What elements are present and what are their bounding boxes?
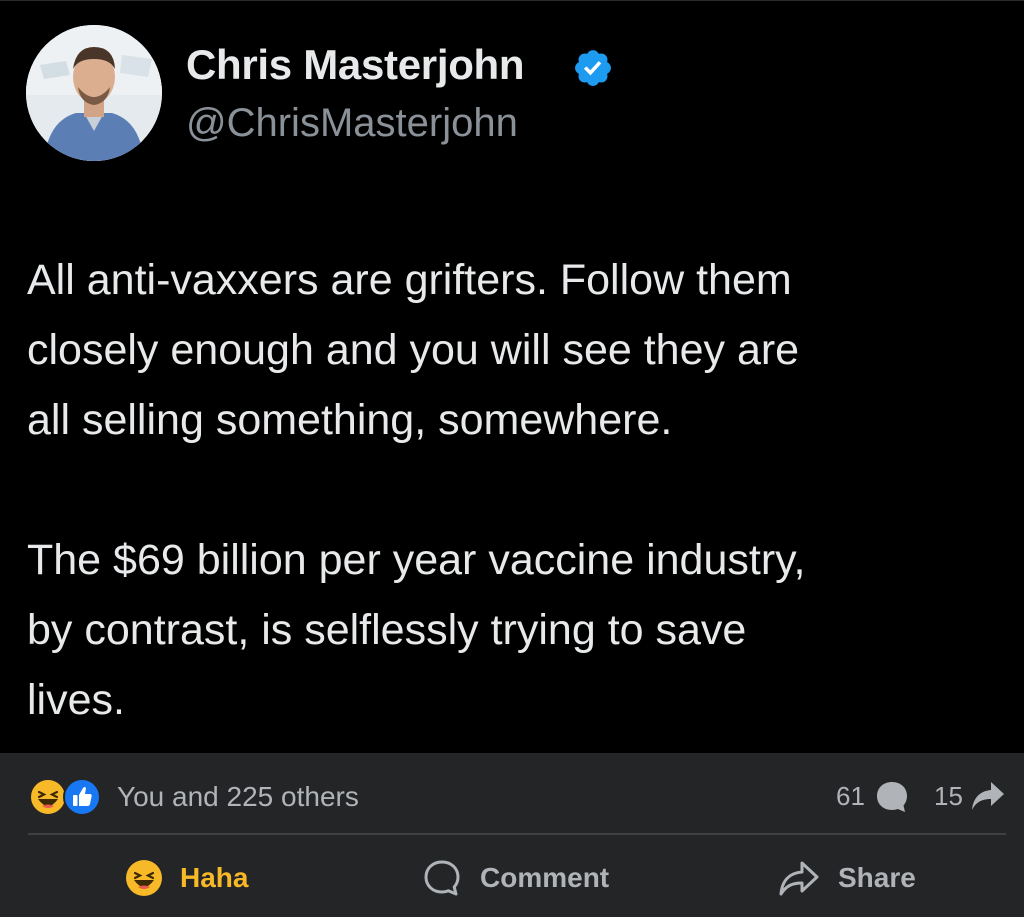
display-name: Chris Masterjohn — [186, 41, 525, 88]
comment-label: Comment — [480, 862, 610, 893]
tweet-screenshot: Chris Masterjohn @ChrisMasterjohn All an… — [0, 1, 1024, 753]
share-count[interactable]: 15 — [934, 781, 963, 812]
user-handle: @ChrisMasterjohn — [186, 101, 518, 145]
avatar — [26, 25, 162, 161]
reactors-text[interactable]: You and 225 others — [117, 781, 359, 813]
haha-reaction-button[interactable]: Haha — [124, 853, 248, 903]
post-footer: You and 225 others 61 15 Haha Comment Sh… — [0, 753, 1024, 917]
haha-label: Haha — [180, 862, 249, 893]
verified-badge-icon — [575, 50, 611, 86]
comment-bubble-icon — [877, 782, 907, 812]
haha-emoji-icon — [126, 860, 162, 896]
comment-count[interactable]: 61 — [836, 781, 865, 812]
comment-button[interactable]: Comment — [422, 853, 609, 903]
divider — [28, 833, 1006, 835]
tweet-text: All anti-vaxxers are grifters. Follow th… — [27, 256, 806, 724]
share-arrow-icon — [972, 782, 1004, 810]
post-frame: Chris Masterjohn @ChrisMasterjohn All an… — [0, 0, 1024, 917]
share-label: Share — [838, 862, 916, 893]
comment-icon — [424, 860, 460, 896]
like-icon — [63, 778, 101, 816]
share-button[interactable]: Share — [778, 853, 916, 903]
share-icon — [779, 861, 819, 896]
